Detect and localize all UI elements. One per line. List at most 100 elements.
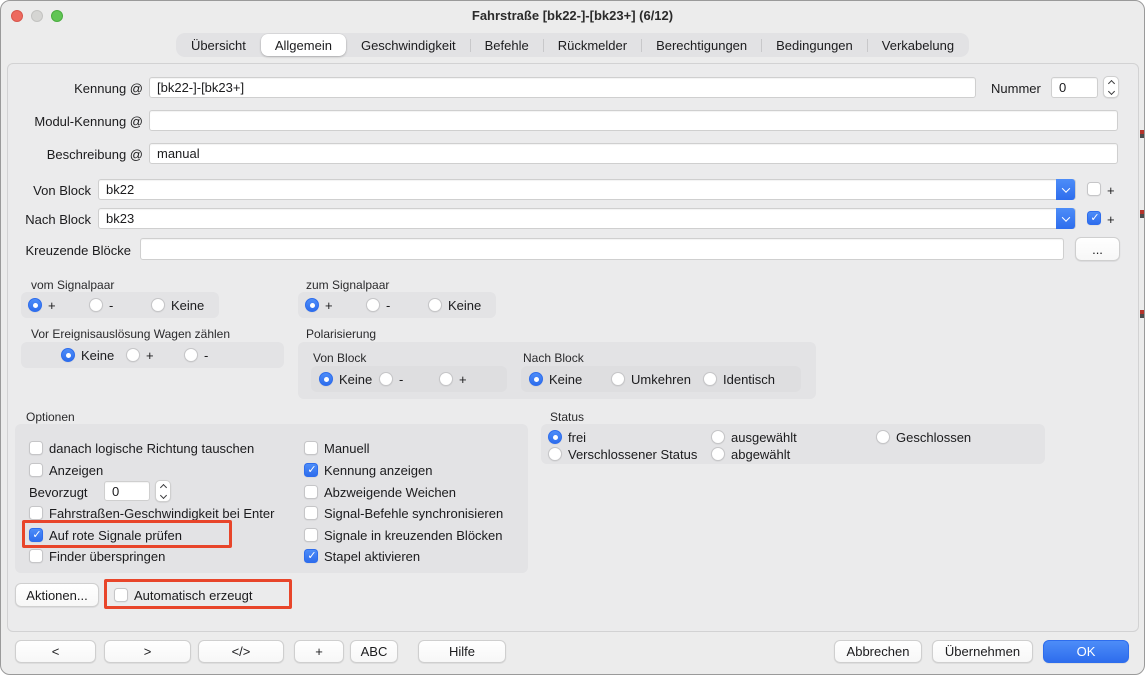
radio-icon — [126, 348, 140, 362]
polarisierung-nb-radio-umkehren[interactable]: Umkehren — [611, 371, 691, 387]
radio-label: + — [325, 298, 333, 313]
add-button[interactable]: + — [294, 640, 344, 663]
checkbox-icon — [304, 506, 318, 520]
checkbox-signale-kreuzende[interactable]: Signale in kreuzenden Blöcken — [304, 527, 503, 543]
checkbox-anzeigen[interactable]: Anzeigen — [29, 462, 103, 478]
kennung-value: [bk22-]-[bk23+] — [157, 80, 244, 95]
radio-icon — [703, 372, 717, 386]
von-block-plus-checkbox[interactable] — [1087, 182, 1101, 196]
source-button[interactable]: </> — [198, 640, 284, 663]
radio-icon — [548, 430, 562, 444]
checkbox-icon — [304, 441, 318, 455]
checkbox-geschwindigkeit-enter[interactable]: Fahrstraßen-Geschwindigkeit bei Enter — [29, 505, 274, 521]
tab-bedingungen[interactable]: Bedingungen — [762, 33, 867, 57]
prev-button[interactable]: < — [15, 640, 96, 663]
checkbox-label: Abzweigende Weichen — [324, 485, 456, 500]
polarisierung-vb-radio-minus[interactable]: - — [379, 371, 403, 387]
checkbox-label: Manuell — [324, 441, 370, 456]
radio-icon — [305, 298, 319, 312]
von-block-combobox[interactable]: bk22 — [98, 179, 1076, 200]
wagen-zaehlen-radio-plus[interactable]: + — [126, 347, 154, 363]
nach-block-combobox[interactable]: bk23 — [98, 208, 1076, 229]
radio-icon — [61, 348, 75, 362]
bevorzugt-stepper[interactable] — [155, 480, 171, 502]
status-radio-ausgewaehlt[interactable]: ausgewählt — [711, 429, 797, 445]
radio-label: Identisch — [723, 372, 775, 387]
vom-signalpaar-radio-minus[interactable]: - — [89, 297, 113, 313]
checkbox-finder-ueberspringen[interactable]: Finder überspringen — [29, 548, 165, 564]
status-radio-frei[interactable]: frei — [548, 429, 586, 445]
hilfe-button[interactable]: Hilfe — [418, 640, 506, 663]
abc-button[interactable]: ABC — [350, 640, 398, 663]
checkbox-abzweigende-weichen[interactable]: Abzweigende Weichen — [304, 484, 456, 500]
checkbox-icon — [304, 463, 318, 477]
checkbox-stapel-aktivieren[interactable]: Stapel aktivieren — [304, 548, 420, 564]
kreuzende-bloecke-more-button[interactable]: ... — [1075, 237, 1120, 261]
radio-label: + — [146, 348, 154, 363]
status-radio-verschlossener[interactable]: Verschlossener Status — [548, 446, 697, 462]
kennung-input[interactable]: [bk22-]-[bk23+] — [149, 77, 976, 98]
tab-segmented-control: Übersicht Allgemein Geschwindigkeit Befe… — [176, 33, 969, 57]
chevron-down-icon — [1061, 184, 1069, 192]
radio-icon — [711, 447, 725, 461]
nach-block-dropdown-button[interactable] — [1056, 208, 1075, 229]
tab-uebersicht[interactable]: Übersicht — [177, 33, 260, 57]
status-radio-abgewaehlt[interactable]: abgewählt — [711, 446, 790, 462]
wagen-zaehlen-radio-keine[interactable]: Keine — [61, 347, 114, 363]
checkbox-richtung-tauschen[interactable]: danach logische Richtung tauschen — [29, 440, 254, 456]
von-block-dropdown-button[interactable] — [1056, 179, 1075, 200]
kreuzende-bloecke-label: Kreuzende Blöcke — [19, 243, 131, 258]
radio-label: frei — [568, 430, 586, 445]
stepper-up-icon — [1107, 79, 1114, 86]
vom-signalpaar-radio-keine[interactable]: Keine — [151, 297, 204, 313]
checkbox-icon — [304, 549, 318, 563]
bevorzugt-label: Bevorzugt — [29, 485, 88, 500]
tab-allgemein[interactable]: Allgemein — [261, 34, 346, 56]
tab-bar: Übersicht Allgemein Geschwindigkeit Befe… — [1, 33, 1144, 57]
uebernehmen-button[interactable]: Übernehmen — [932, 640, 1033, 663]
bevorzugt-input[interactable]: 0 — [104, 481, 150, 501]
polarisierung-nb-radio-identisch[interactable]: Identisch — [703, 371, 775, 387]
checkbox-automatisch-erzeugt[interactable]: Automatisch erzeugt — [114, 587, 253, 603]
tab-geschwindigkeit[interactable]: Geschwindigkeit — [347, 33, 470, 57]
next-button[interactable]: > — [104, 640, 191, 663]
polarisierung-vb-radio-plus[interactable]: + — [439, 371, 467, 387]
radio-label: ausgewählt — [731, 430, 797, 445]
checkbox-label: Automatisch erzeugt — [134, 588, 253, 603]
abbrechen-button[interactable]: Abbrechen — [834, 640, 922, 663]
polarisierung-vb-radio-keine[interactable]: Keine — [319, 371, 372, 387]
ok-button[interactable]: OK — [1043, 640, 1129, 663]
status-radio-geschlossen[interactable]: Geschlossen — [876, 429, 971, 445]
checkbox-manuell[interactable]: Manuell — [304, 440, 370, 456]
zum-signalpaar-radio-minus[interactable]: - — [366, 297, 390, 313]
checkbox-kennung-anzeigen[interactable]: Kennung anzeigen — [304, 462, 432, 478]
tab-rueckmelder[interactable]: Rückmelder — [544, 33, 641, 57]
checkbox-signal-befehle-sync[interactable]: Signal-Befehle synchronisieren — [304, 505, 503, 521]
beschreibung-input[interactable]: manual — [149, 143, 1118, 164]
polarisierung-nb-radio-keine[interactable]: Keine — [529, 371, 582, 387]
radio-label: Keine — [171, 298, 204, 313]
edge-artifact — [1140, 130, 1144, 138]
polarisierung-von-block-title: Von Block — [313, 351, 366, 365]
checkbox-icon — [29, 549, 43, 563]
wagen-zaehlen-radio-minus[interactable]: - — [184, 347, 208, 363]
vom-signalpaar-radio-plus[interactable]: + — [28, 297, 56, 313]
aktionen-button[interactable]: Aktionen... — [15, 583, 99, 607]
kreuzende-bloecke-input[interactable] — [140, 238, 1064, 260]
tab-befehle[interactable]: Befehle — [471, 33, 543, 57]
checkbox-icon — [29, 506, 43, 520]
modul-kennung-input[interactable] — [149, 110, 1118, 131]
tab-berechtigungen[interactable]: Berechtigungen — [642, 33, 761, 57]
checkbox-icon — [304, 528, 318, 542]
checkbox-rote-signale[interactable]: Auf rote Signale prüfen — [29, 527, 182, 543]
nummer-stepper[interactable] — [1103, 76, 1119, 98]
radio-icon — [611, 372, 625, 386]
nummer-input[interactable]: 0 — [1051, 77, 1098, 98]
zum-signalpaar-radio-plus[interactable]: + — [305, 297, 333, 313]
zum-signalpaar-radio-keine[interactable]: Keine — [428, 297, 481, 313]
bevorzugt-value: 0 — [112, 484, 119, 499]
radio-label: abgewählt — [731, 447, 790, 462]
tab-verkabelung[interactable]: Verkabelung — [868, 33, 968, 57]
optionen-title: Optionen — [26, 410, 75, 424]
nach-block-plus-checkbox[interactable] — [1087, 211, 1101, 225]
